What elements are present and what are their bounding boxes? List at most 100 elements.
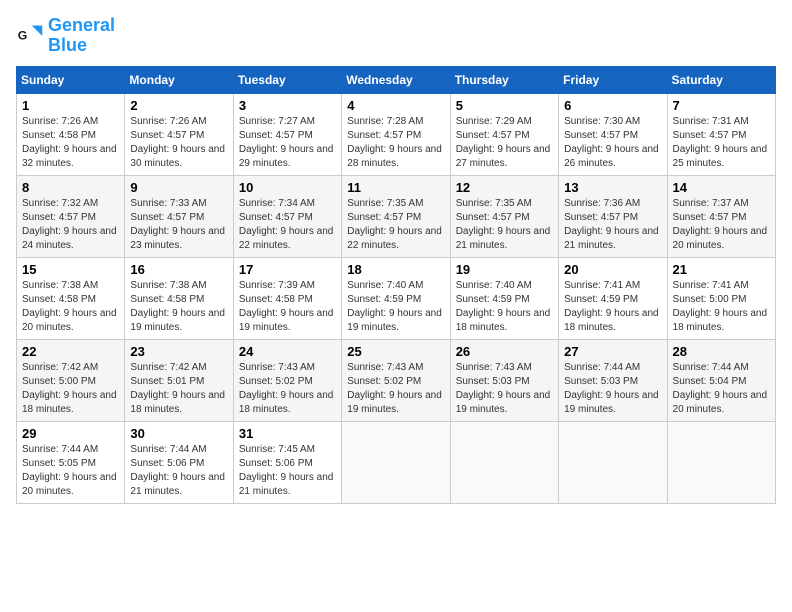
calendar-week-row: 29 Sunrise: 7:44 AM Sunset: 5:05 PM Dayl…: [17, 421, 776, 503]
page-header: G General Blue: [16, 16, 776, 56]
day-info: Sunrise: 7:33 AM Sunset: 4:57 PM Dayligh…: [130, 197, 227, 253]
day-info: Sunrise: 7:34 AM Sunset: 4:57 PM Dayligh…: [239, 197, 336, 253]
calendar-cell: 28 Sunrise: 7:44 AM Sunset: 5:04 PM Dayl…: [667, 339, 775, 421]
calendar-cell: 3 Sunrise: 7:27 AM Sunset: 4:57 PM Dayli…: [233, 93, 341, 175]
day-number: 25: [347, 344, 444, 359]
day-info: Sunrise: 7:31 AM Sunset: 4:57 PM Dayligh…: [673, 115, 770, 171]
day-number: 23: [130, 344, 227, 359]
day-info: Sunrise: 7:45 AM Sunset: 5:06 PM Dayligh…: [239, 443, 336, 499]
day-info: Sunrise: 7:27 AM Sunset: 4:57 PM Dayligh…: [239, 115, 336, 171]
calendar-cell: 8 Sunrise: 7:32 AM Sunset: 4:57 PM Dayli…: [17, 175, 125, 257]
day-info: Sunrise: 7:29 AM Sunset: 4:57 PM Dayligh…: [456, 115, 553, 171]
day-number: 16: [130, 262, 227, 277]
calendar-cell: 4 Sunrise: 7:28 AM Sunset: 4:57 PM Dayli…: [342, 93, 450, 175]
day-number: 27: [564, 344, 661, 359]
calendar-week-row: 1 Sunrise: 7:26 AM Sunset: 4:58 PM Dayli…: [17, 93, 776, 175]
day-info: Sunrise: 7:43 AM Sunset: 5:02 PM Dayligh…: [347, 361, 444, 417]
calendar-cell: [342, 421, 450, 503]
calendar-cell: 10 Sunrise: 7:34 AM Sunset: 4:57 PM Dayl…: [233, 175, 341, 257]
calendar-cell: 27 Sunrise: 7:44 AM Sunset: 5:03 PM Dayl…: [559, 339, 667, 421]
calendar-cell: 11 Sunrise: 7:35 AM Sunset: 4:57 PM Dayl…: [342, 175, 450, 257]
calendar-week-row: 22 Sunrise: 7:42 AM Sunset: 5:00 PM Dayl…: [17, 339, 776, 421]
day-info: Sunrise: 7:32 AM Sunset: 4:57 PM Dayligh…: [22, 197, 119, 253]
logo: G General Blue: [16, 16, 115, 56]
day-number: 14: [673, 180, 770, 195]
day-info: Sunrise: 7:40 AM Sunset: 4:59 PM Dayligh…: [347, 279, 444, 335]
day-info: Sunrise: 7:42 AM Sunset: 5:00 PM Dayligh…: [22, 361, 119, 417]
calendar-cell: [667, 421, 775, 503]
day-number: 21: [673, 262, 770, 277]
day-info: Sunrise: 7:42 AM Sunset: 5:01 PM Dayligh…: [130, 361, 227, 417]
calendar-cell: 19 Sunrise: 7:40 AM Sunset: 4:59 PM Dayl…: [450, 257, 558, 339]
day-number: 7: [673, 98, 770, 113]
weekday-header-wednesday: Wednesday: [342, 66, 450, 93]
day-info: Sunrise: 7:39 AM Sunset: 4:58 PM Dayligh…: [239, 279, 336, 335]
calendar-cell: 24 Sunrise: 7:43 AM Sunset: 5:02 PM Dayl…: [233, 339, 341, 421]
day-number: 24: [239, 344, 336, 359]
weekday-header-friday: Friday: [559, 66, 667, 93]
calendar-cell: 7 Sunrise: 7:31 AM Sunset: 4:57 PM Dayli…: [667, 93, 775, 175]
day-info: Sunrise: 7:44 AM Sunset: 5:03 PM Dayligh…: [564, 361, 661, 417]
day-number: 10: [239, 180, 336, 195]
day-number: 2: [130, 98, 227, 113]
calendar-cell: [559, 421, 667, 503]
day-number: 17: [239, 262, 336, 277]
day-number: 19: [456, 262, 553, 277]
day-number: 1: [22, 98, 119, 113]
calendar-cell: 16 Sunrise: 7:38 AM Sunset: 4:58 PM Dayl…: [125, 257, 233, 339]
day-info: Sunrise: 7:43 AM Sunset: 5:03 PM Dayligh…: [456, 361, 553, 417]
day-number: 4: [347, 98, 444, 113]
day-number: 12: [456, 180, 553, 195]
day-number: 31: [239, 426, 336, 441]
day-info: Sunrise: 7:35 AM Sunset: 4:57 PM Dayligh…: [456, 197, 553, 253]
calendar-cell: 20 Sunrise: 7:41 AM Sunset: 4:59 PM Dayl…: [559, 257, 667, 339]
day-info: Sunrise: 7:44 AM Sunset: 5:06 PM Dayligh…: [130, 443, 227, 499]
calendar-cell: 22 Sunrise: 7:42 AM Sunset: 5:00 PM Dayl…: [17, 339, 125, 421]
calendar-week-row: 15 Sunrise: 7:38 AM Sunset: 4:58 PM Dayl…: [17, 257, 776, 339]
calendar-cell: 12 Sunrise: 7:35 AM Sunset: 4:57 PM Dayl…: [450, 175, 558, 257]
calendar-cell: 25 Sunrise: 7:43 AM Sunset: 5:02 PM Dayl…: [342, 339, 450, 421]
weekday-header-saturday: Saturday: [667, 66, 775, 93]
day-info: Sunrise: 7:28 AM Sunset: 4:57 PM Dayligh…: [347, 115, 444, 171]
calendar-cell: 1 Sunrise: 7:26 AM Sunset: 4:58 PM Dayli…: [17, 93, 125, 175]
day-number: 8: [22, 180, 119, 195]
day-number: 11: [347, 180, 444, 195]
calendar-cell: 26 Sunrise: 7:43 AM Sunset: 5:03 PM Dayl…: [450, 339, 558, 421]
day-info: Sunrise: 7:38 AM Sunset: 4:58 PM Dayligh…: [130, 279, 227, 335]
day-info: Sunrise: 7:26 AM Sunset: 4:58 PM Dayligh…: [22, 115, 119, 171]
calendar-table: SundayMondayTuesdayWednesdayThursdayFrid…: [16, 66, 776, 504]
day-info: Sunrise: 7:41 AM Sunset: 5:00 PM Dayligh…: [673, 279, 770, 335]
weekday-header-monday: Monday: [125, 66, 233, 93]
calendar-cell: 17 Sunrise: 7:39 AM Sunset: 4:58 PM Dayl…: [233, 257, 341, 339]
day-number: 26: [456, 344, 553, 359]
day-info: Sunrise: 7:43 AM Sunset: 5:02 PM Dayligh…: [239, 361, 336, 417]
day-number: 9: [130, 180, 227, 195]
weekday-header-tuesday: Tuesday: [233, 66, 341, 93]
calendar-cell: 9 Sunrise: 7:33 AM Sunset: 4:57 PM Dayli…: [125, 175, 233, 257]
logo-text: General Blue: [48, 16, 115, 56]
day-info: Sunrise: 7:41 AM Sunset: 4:59 PM Dayligh…: [564, 279, 661, 335]
day-number: 30: [130, 426, 227, 441]
calendar-header-row: SundayMondayTuesdayWednesdayThursdayFrid…: [17, 66, 776, 93]
calendar-cell: 21 Sunrise: 7:41 AM Sunset: 5:00 PM Dayl…: [667, 257, 775, 339]
calendar-week-row: 8 Sunrise: 7:32 AM Sunset: 4:57 PM Dayli…: [17, 175, 776, 257]
day-number: 13: [564, 180, 661, 195]
day-info: Sunrise: 7:37 AM Sunset: 4:57 PM Dayligh…: [673, 197, 770, 253]
day-number: 22: [22, 344, 119, 359]
weekday-header-thursday: Thursday: [450, 66, 558, 93]
calendar-cell: 30 Sunrise: 7:44 AM Sunset: 5:06 PM Dayl…: [125, 421, 233, 503]
calendar-cell: 15 Sunrise: 7:38 AM Sunset: 4:58 PM Dayl…: [17, 257, 125, 339]
day-number: 6: [564, 98, 661, 113]
day-number: 29: [22, 426, 119, 441]
calendar-body: 1 Sunrise: 7:26 AM Sunset: 4:58 PM Dayli…: [17, 93, 776, 503]
calendar-cell: 31 Sunrise: 7:45 AM Sunset: 5:06 PM Dayl…: [233, 421, 341, 503]
day-info: Sunrise: 7:26 AM Sunset: 4:57 PM Dayligh…: [130, 115, 227, 171]
day-info: Sunrise: 7:30 AM Sunset: 4:57 PM Dayligh…: [564, 115, 661, 171]
svg-text:G: G: [18, 28, 28, 42]
logo-icon: G: [16, 22, 44, 50]
day-info: Sunrise: 7:44 AM Sunset: 5:05 PM Dayligh…: [22, 443, 119, 499]
day-number: 5: [456, 98, 553, 113]
day-number: 3: [239, 98, 336, 113]
day-number: 28: [673, 344, 770, 359]
day-info: Sunrise: 7:36 AM Sunset: 4:57 PM Dayligh…: [564, 197, 661, 253]
